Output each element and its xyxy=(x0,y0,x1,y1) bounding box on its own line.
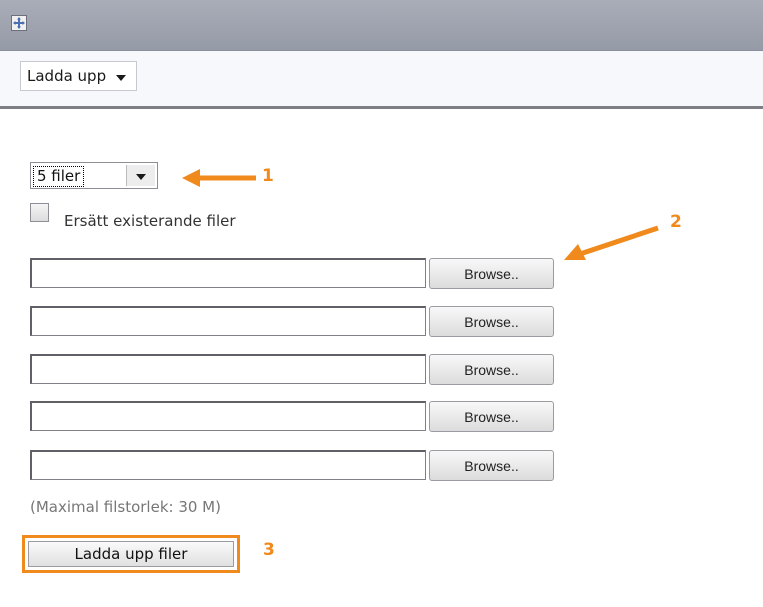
annotation-arrow-1 xyxy=(182,169,256,187)
browse-button[interactable]: Browse.. xyxy=(429,306,554,337)
maximize-button[interactable] xyxy=(11,15,27,31)
dropdown-button[interactable] xyxy=(126,165,155,186)
upload-menu-button[interactable]: Ladda upp xyxy=(20,61,138,91)
file-count-select[interactable]: 5 filer xyxy=(30,162,158,189)
annotation-arrow-2 xyxy=(564,225,659,260)
file-path-input[interactable] xyxy=(30,354,426,384)
replace-existing-label: Ersätt existerande filer xyxy=(64,212,236,230)
browse-button[interactable]: Browse.. xyxy=(429,401,554,432)
upload-menu-label: Ladda upp xyxy=(27,67,107,85)
browse-button[interactable]: Browse.. xyxy=(429,354,554,385)
replace-existing-checkbox[interactable] xyxy=(30,203,49,222)
file-path-input[interactable] xyxy=(30,401,426,431)
chevron-down-icon xyxy=(136,174,146,180)
browse-button[interactable]: Browse.. xyxy=(429,258,554,289)
file-path-input[interactable] xyxy=(30,306,426,336)
file-path-input[interactable] xyxy=(30,258,426,288)
toolbar: Ladda upp xyxy=(0,51,763,109)
maximize-icon xyxy=(13,17,25,29)
upload-files-button[interactable]: Ladda upp filer xyxy=(22,535,240,573)
browse-button[interactable]: Browse.. xyxy=(429,450,554,481)
annotation-label-2: 2 xyxy=(670,212,682,232)
annotation-label-1: 1 xyxy=(262,166,274,186)
annotation-label-3: 3 xyxy=(263,540,275,560)
file-path-input[interactable] xyxy=(30,450,426,480)
upload-files-label: Ladda upp filer xyxy=(28,541,234,567)
chevron-down-icon xyxy=(116,75,127,81)
file-count-value: 5 filer xyxy=(33,166,85,187)
window-title-bar xyxy=(0,0,763,51)
max-file-size-note: (Maximal filstorlek: 30 M) xyxy=(30,498,221,516)
